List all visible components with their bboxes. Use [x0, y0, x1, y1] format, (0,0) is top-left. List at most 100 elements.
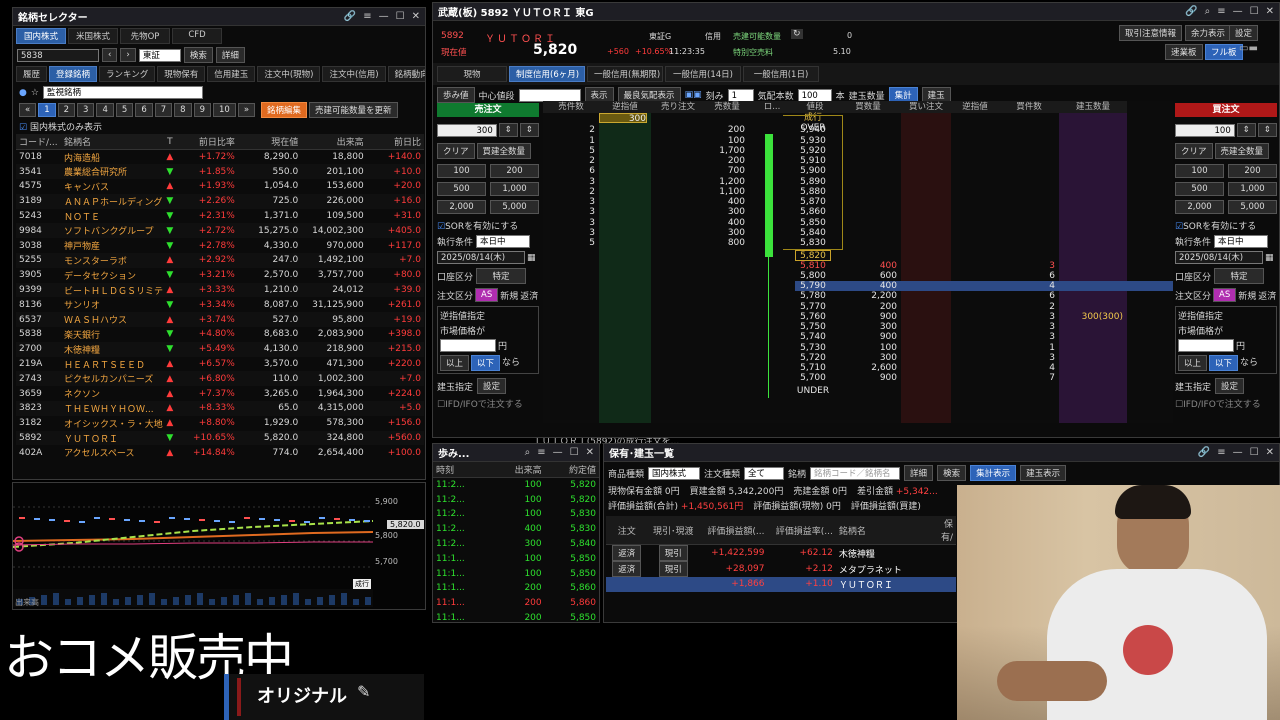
edit-list-button[interactable]: 銘柄編集 [261, 102, 308, 118]
checkbox-icon[interactable]: ☑ [19, 123, 27, 133]
search-icon[interactable]: ⌕ [525, 447, 531, 458]
next-arrow-icon[interactable]: › [120, 48, 136, 62]
table-row[interactable]: 7018 内海造船 ▲ +1.72% 8,290.0 18,800 +140.0 [16, 150, 424, 165]
table-row[interactable]: 3823 ＴＨＥＷＨＹＨＯＷ... ▲ +8.33% 65.0 4,315,000 +5.0 [16, 401, 424, 416]
as-button[interactable]: AS [1213, 288, 1237, 302]
acct-select[interactable]: 特定 [1214, 268, 1265, 284]
as-button[interactable]: AS [475, 288, 499, 302]
full-board-button[interactable]: フル板 [1205, 44, 1243, 60]
return-button[interactable]: 返済 [612, 561, 642, 577]
menu-icon[interactable]: ≡ [363, 11, 371, 22]
table-row[interactable]: 3905 データセクション ▼ +3.21% 2,570.0 3,757,700 +80.0 [16, 268, 424, 283]
table-row[interactable]: 3182 オイシックス・ラ・大地 ▲ +8.80% 1,929.0 578,300 +156… [16, 416, 424, 431]
menu-icon[interactable]: ≡ [1217, 6, 1225, 17]
return-button[interactable]: 返済 [612, 545, 642, 561]
qty-stepper-icon[interactable]: ⇕ [519, 123, 539, 137]
quick-qty-button[interactable]: 100 [1175, 164, 1224, 178]
clear-button[interactable]: クリア [437, 143, 475, 159]
qty-stepper-icon[interactable]: ⇕ [498, 123, 518, 137]
subtab-order-margin[interactable]: 注文中(信用) [322, 66, 386, 82]
table-row[interactable]: 5838 楽天銀行 ▼ +4.80% 8,683.0 2,083,900 +398.0 [16, 327, 424, 342]
subtab-order-spot[interactable]: 注文中(現物) [257, 66, 321, 82]
info-icon[interactable]: ● [19, 88, 27, 98]
table-row[interactable]: 219A ＨＥＡＲＴＳＥＥＤ ▲ +6.57% 3,570.0 471,300 +220.0 [16, 357, 424, 372]
table-row[interactable]: 11:1... 200 5,850 [433, 611, 599, 622]
sell-order-header[interactable]: 売注文 [437, 103, 539, 117]
ladder-header-8[interactable]: 逆指値 [951, 101, 999, 113]
pos-setting-button[interactable]: 設定 [1215, 378, 1245, 394]
tab-general-unlimited[interactable]: 一般信用(無期限) [587, 66, 663, 82]
center-price-input[interactable] [518, 88, 581, 102]
menu-icon[interactable]: ≡ [1217, 447, 1225, 458]
bid-price[interactable]: 5,760 [795, 312, 831, 322]
link-icon[interactable]: 🔗 [1185, 6, 1197, 17]
date-input[interactable]: 2025/08/14(木) [1175, 251, 1263, 264]
table-row[interactable]: 11:2... 100 5,830 [433, 507, 599, 522]
ladder-header-0[interactable]: 売件数 [543, 101, 599, 113]
table-row[interactable]: 11:1... 100 5,850 [433, 551, 599, 566]
ayumi-titlebar[interactable]: 歩み... ⌕ ≡ — ☐ ✕ [433, 444, 599, 462]
summary-display-button[interactable]: 集計表示 [970, 465, 1017, 481]
table-row[interactable]: 9984 ソフトバンクグループ ▼ +2.72% 15,275.0 14,002,300 +… [16, 223, 424, 239]
col-t[interactable]: T [163, 134, 177, 150]
ayumi-button[interactable]: 歩み値 [437, 87, 475, 103]
ladder-header-5[interactable]: 値段 [795, 101, 835, 113]
new-label[interactable]: 新規 [1238, 289, 1256, 302]
checkbox-icon[interactable]: ☑ [1175, 222, 1183, 232]
table-row[interactable]: 11:2... 100 5,820 [433, 478, 599, 493]
detail-button[interactable]: 詳細 [215, 47, 245, 63]
positions-titlebar[interactable]: 保有･建玉一覧 🔗 ≡ — ☐ ✕ [604, 444, 1279, 462]
pos-setting-button[interactable]: 設定 [477, 378, 507, 394]
minimize-icon[interactable]: — [379, 11, 389, 22]
table-row[interactable]: 11:1... 200 5,860 [433, 581, 599, 596]
ladder-header-9[interactable]: 買件数 [999, 101, 1059, 113]
bid-price[interactable]: 5,720 [795, 353, 831, 363]
stop-order-label[interactable]: 逆指値指定 [440, 309, 536, 322]
close-icon[interactable]: ✕ [586, 447, 594, 458]
ladder-header-4[interactable]: ロ... [749, 101, 795, 113]
quick-qty-button[interactable]: 5,000 [490, 200, 539, 214]
table-row[interactable]: 11:1... 200 5,860 [433, 596, 599, 611]
close-icon[interactable]: ✕ [412, 11, 420, 22]
prev-arrow-icon[interactable]: ‹ [102, 48, 118, 62]
board-titlebar[interactable]: 武蔵(板) 5892 ＹＵＴＯＲＩ 東G 🔗 ⌕ ≡ — ☐ ✕ [433, 3, 1279, 21]
table-row[interactable]: 402A アクセルスペース ▲ +14.84% 774.0 2,654,400 +100.0 [16, 445, 424, 460]
quick-qty-button[interactable]: 100 [437, 164, 486, 178]
last-page-icon[interactable]: » [237, 103, 256, 117]
ladder-header-1[interactable]: 逆指値 [599, 101, 651, 113]
table-row[interactable]: 5255 モンスターラボ ▲ +2.92% 247.0 1,492,100 +7.0 [16, 253, 424, 268]
ladder-header-3[interactable]: 売数量 [705, 101, 749, 113]
page-5[interactable]: 5 [115, 103, 134, 117]
search-button[interactable]: 検索 [183, 47, 213, 63]
table-row[interactable]: 返済 現引 +28,097 +2.12 メタプラネット [606, 561, 956, 577]
stop-order-label[interactable]: 逆指値指定 [1178, 309, 1274, 322]
tab-general-1d[interactable]: 一般信用(1日) [743, 66, 819, 82]
table-row[interactable]: 3659 ネクソン ▲ +7.37% 3,265.0 1,964,300 +224.0 [16, 386, 424, 401]
exec-cond-select[interactable]: 本日中 [1214, 235, 1269, 248]
tab-futures[interactable]: 先物OP [120, 28, 170, 44]
page-8[interactable]: 8 [174, 103, 192, 117]
table-row[interactable]: 3541 農業総合研究所 ▼ +1.85% 550.0 201,100 +10.0 [16, 164, 424, 180]
tab-spot[interactable]: 現物 [437, 66, 507, 82]
tick-input[interactable]: 1 [727, 88, 754, 102]
table-row[interactable]: 返済 現引 +1,422,599 +62.12 木徳神糧 [606, 545, 956, 561]
table-row[interactable]: 11:2... 300 5,840 [433, 537, 599, 552]
genbiki-button[interactable]: 現引 [658, 561, 688, 577]
subtab-news[interactable]: 銘柄動向速報 [387, 66, 425, 82]
qty-input[interactable]: 300 [437, 123, 497, 137]
page-4[interactable]: 4 [96, 103, 114, 117]
quick-qty-button[interactable]: 2,000 [437, 200, 486, 214]
tab-domestic[interactable]: 国内株式 [16, 28, 66, 44]
table-row[interactable]: 11:2... 100 5,820 [433, 492, 599, 507]
table-row[interactable]: 3038 神戸物産 ▼ +2.78% 4,330.0 970,000 +117.0 [16, 238, 424, 253]
search-icon[interactable]: ⌕ [1205, 6, 1211, 17]
above-button[interactable]: 以上 [440, 355, 470, 371]
bid-price[interactable]: 5,780 [795, 291, 831, 301]
new-label[interactable]: 新規 [500, 289, 518, 302]
positions-search-button[interactable]: 検索 [937, 465, 967, 481]
col-volume[interactable]: 出来高 [301, 134, 367, 150]
subtab-registered[interactable]: 登録銘柄 [49, 66, 98, 82]
ladder-header-10[interactable]: 建玉数量 [1059, 101, 1127, 113]
quick-qty-button[interactable]: 500 [1175, 182, 1224, 196]
qty-stepper-icon[interactable]: ⇕ [1236, 123, 1256, 137]
